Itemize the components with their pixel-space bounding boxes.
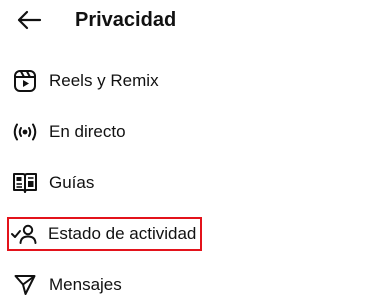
menu-item-guides[interactable]: Guías (10, 168, 94, 198)
send-message-icon (10, 270, 40, 300)
menu-item-label: Guías (49, 173, 95, 192)
menu-item-live[interactable]: En directo (10, 117, 126, 147)
back-button[interactable] (14, 8, 44, 32)
page-title: Privacidad (75, 9, 177, 31)
guides-book-icon (10, 168, 40, 198)
menu-item-label: En directo (49, 122, 126, 141)
menu-item-activity-status[interactable]: Estado de actividad (6, 217, 203, 251)
menu-item-label: Reels y Remix (49, 71, 159, 90)
arrow-left-icon (17, 10, 42, 30)
live-broadcast-icon (10, 117, 40, 147)
activity-status-icon (9, 219, 39, 249)
menu-item-reels-remix[interactable]: Reels y Remix (10, 66, 159, 96)
menu-item-label: Estado de actividad (48, 224, 197, 243)
header-bar: Privacidad (0, 0, 375, 40)
reels-icon (10, 66, 40, 96)
menu-item-label: Mensajes (49, 275, 122, 294)
menu-item-messages[interactable]: Mensajes (10, 270, 122, 300)
